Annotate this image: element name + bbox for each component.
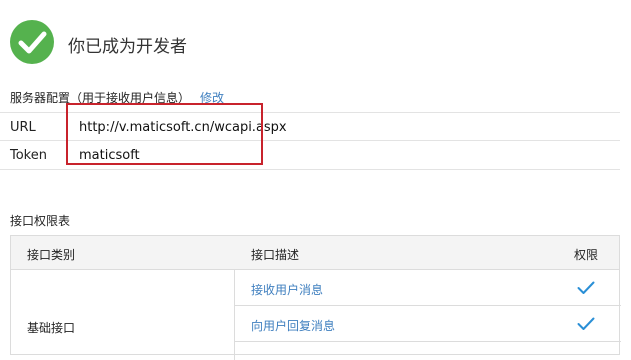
divider — [234, 270, 235, 360]
check-icon — [577, 317, 595, 330]
receive-message-link[interactable]: 接收用户消息 — [251, 281, 323, 298]
column-header-permission: 权限 — [574, 248, 599, 262]
divider — [0, 169, 620, 170]
divider — [234, 341, 621, 342]
column-header-description: 接口描述 — [251, 248, 300, 262]
token-label: Token — [10, 148, 47, 163]
divider — [234, 305, 621, 306]
page-title: 你已成为开发者 — [68, 37, 187, 57]
column-header-category: 接口类别 — [27, 248, 76, 262]
table-header: 接口类别 接口描述 权限 — [11, 236, 619, 270]
url-label: URL — [10, 120, 36, 135]
category-cell: 基础接口 — [27, 321, 76, 335]
check-circle-icon — [10, 20, 54, 64]
highlight-box — [66, 103, 263, 165]
permissions-table: 接口类别 接口描述 权限 基础接口 接收用户消息 向用户回复消息 — [10, 235, 621, 360]
reply-message-link[interactable]: 向用户回复消息 — [251, 317, 335, 334]
check-icon — [577, 281, 595, 294]
permissions-heading: 接口权限表 — [10, 214, 71, 228]
